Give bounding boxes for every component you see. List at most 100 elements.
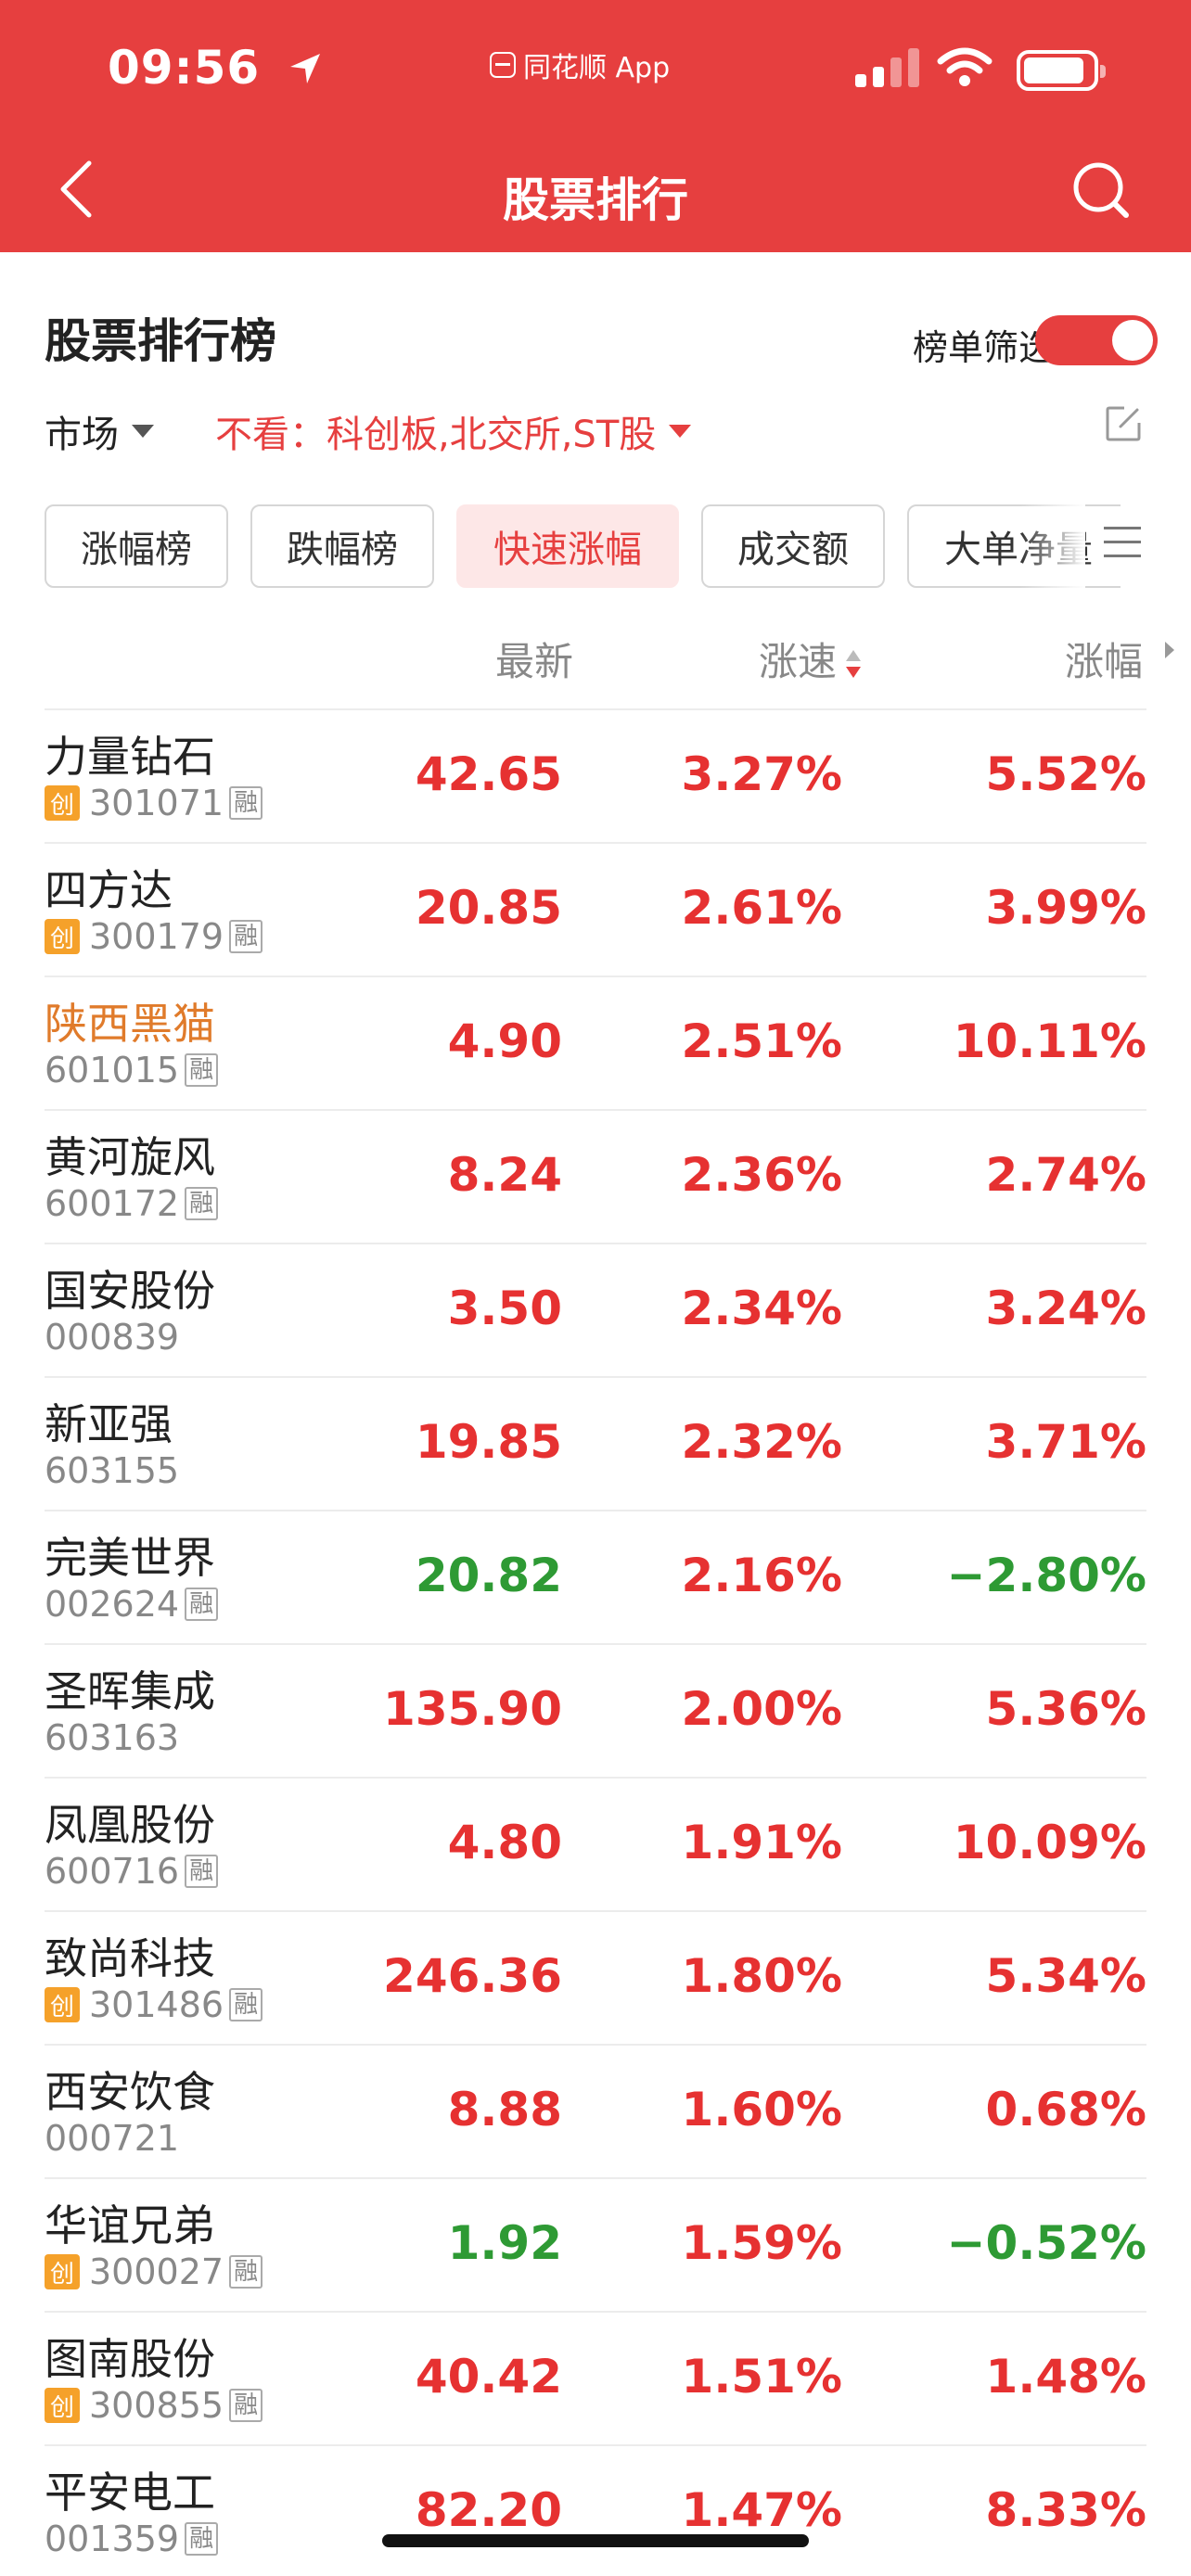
- margin-badge: 融: [185, 2522, 219, 2556]
- chinext-badge: 创: [45, 785, 80, 821]
- status-time: 09:56: [108, 41, 324, 98]
- table-row[interactable]: 完美世界 002624 融 20.82 2.16% −2.80%: [45, 1510, 1146, 1643]
- rise-speed: 1.59%: [681, 2216, 842, 2270]
- stock-code-line: 603163: [45, 1717, 179, 1758]
- column-latest[interactable]: 最新: [495, 631, 573, 687]
- stock-name: 圣晖集成: [45, 1666, 215, 1716]
- change-percent: 10.09%: [953, 1816, 1146, 1869]
- rise-speed: 1.80%: [681, 1949, 842, 2003]
- section-title: 股票排行榜: [45, 314, 276, 368]
- latest-price: 246.36: [383, 1949, 562, 2003]
- stock-code: 001359: [45, 2519, 180, 2559]
- latest-price: 8.88: [447, 2083, 562, 2136]
- change-percent: −0.52%: [946, 2216, 1146, 2270]
- table-row[interactable]: 四方达创 300179 融 20.85 2.61% 3.99%: [45, 842, 1146, 976]
- rise-speed: 1.51%: [681, 2350, 842, 2404]
- stock-name: 凤凰股份: [45, 1800, 215, 1850]
- stock-name: 新亚强: [45, 1399, 173, 1449]
- stock-code: 000721: [45, 2118, 180, 2159]
- stock-code-line: 001359 融: [45, 2519, 219, 2559]
- table-row[interactable]: 平安电工 001359 融 82.20 1.47% 8.33%: [45, 2444, 1146, 2576]
- stock-name: 国安股份: [45, 1266, 215, 1316]
- margin-badge: 融: [229, 2255, 263, 2289]
- stock-name: 致尚科技: [45, 1933, 215, 1983]
- table-row[interactable]: 国安股份 000839 3.50 2.34% 3.24%: [45, 1243, 1146, 1376]
- tab-big-order-net[interactable]: 大单净量: [907, 504, 1121, 588]
- exclude-filter-dropdown[interactable]: 不看：科创板,北交所,ST股: [215, 404, 692, 458]
- table-row[interactable]: 致尚科技创 301486 融 246.36 1.80% 5.34%: [45, 1910, 1146, 2044]
- stock-code: 300179: [89, 916, 224, 957]
- status-time-text: 09:56: [108, 41, 261, 95]
- chinext-badge: 创: [45, 2388, 80, 2423]
- cellular-signal-icon: [855, 48, 919, 87]
- edit-button[interactable]: [1104, 404, 1143, 443]
- tab-loss[interactable]: 跌幅榜: [250, 504, 434, 588]
- stock-name: 西安饮食: [45, 2067, 215, 2117]
- stock-code-line: 创 301486 融: [45, 1984, 263, 2025]
- table-row[interactable]: 图南股份创 300855 融 40.42 1.51% 1.48%: [45, 2311, 1146, 2444]
- change-percent: 5.52%: [985, 747, 1146, 801]
- stock-code-line: 创 301071 融: [45, 783, 263, 823]
- stock-code: 000839: [45, 1317, 180, 1358]
- rise-speed: 2.61%: [681, 881, 842, 935]
- caret-down-icon: [669, 425, 692, 438]
- caret-down-icon: [132, 425, 154, 438]
- rise-speed: 1.91%: [681, 1816, 842, 1869]
- change-percent: 1.48%: [985, 2350, 1146, 2404]
- back-to-app-link[interactable]: 同花顺 App: [490, 45, 670, 85]
- battery-icon: [1017, 50, 1106, 91]
- stock-name: 陕西黑猫: [45, 999, 215, 1049]
- table-row[interactable]: 华谊兄弟创 300027 融 1.92 1.59% −0.52%: [45, 2177, 1146, 2311]
- chinext-badge: 创: [45, 1987, 80, 2022]
- table-row[interactable]: 凤凰股份 600716 融 4.80 1.91% 10.09%: [45, 1777, 1146, 1910]
- stock-code: 300855: [89, 2385, 224, 2426]
- table-header: 最新 涨速 涨幅: [0, 631, 1191, 705]
- margin-badge: 融: [185, 1855, 219, 1888]
- stock-code: 300027: [89, 2251, 224, 2292]
- stock-code-line: 000839: [45, 1317, 179, 1358]
- table-row[interactable]: 圣晖集成 603163 135.90 2.00% 5.36%: [45, 1643, 1146, 1777]
- latest-price: 4.80: [447, 1816, 562, 1869]
- stock-code-line: 603155: [45, 1450, 179, 1491]
- chinext-badge: 创: [45, 2254, 80, 2289]
- stock-code: 603155: [45, 1450, 180, 1491]
- change-percent: 0.68%: [985, 2083, 1146, 2136]
- change-percent: 2.74%: [985, 1148, 1146, 1202]
- column-change[interactable]: 涨幅: [1065, 631, 1143, 687]
- table-row[interactable]: 西安饮食 000721 8.88 1.60% 0.68%: [45, 2044, 1146, 2177]
- tab-fast-gain[interactable]: 快速涨幅: [456, 504, 679, 588]
- ranking-tabs: 涨幅榜 跌幅榜 快速涨幅 成交额 大单净量: [45, 504, 1121, 590]
- edit-icon: [1106, 406, 1141, 441]
- market-dropdown[interactable]: 市场: [45, 404, 154, 458]
- stock-code: 601015: [45, 1050, 180, 1090]
- table-row[interactable]: 黄河旋风 600172 融 8.24 2.36% 2.74%: [45, 1109, 1146, 1243]
- app-icon: [490, 52, 516, 78]
- tab-turnover[interactable]: 成交额: [701, 504, 885, 588]
- stock-name: 完美世界: [45, 1533, 215, 1583]
- sort-icon: [844, 648, 863, 682]
- stock-code-line: 601015 融: [45, 1050, 219, 1090]
- column-speed[interactable]: 涨速: [759, 631, 863, 687]
- tab-gain[interactable]: 涨幅榜: [45, 504, 228, 588]
- table-row[interactable]: 新亚强 603155 19.85 2.32% 3.71%: [45, 1376, 1146, 1510]
- table-row[interactable]: 力量钻石创 301071 融 42.65 3.27% 5.52%: [45, 708, 1146, 842]
- market-label: 市场: [45, 414, 119, 456]
- menu-icon[interactable]: [1104, 527, 1141, 564]
- filter-toggle[interactable]: [1035, 315, 1158, 365]
- change-percent: 3.24%: [985, 1282, 1146, 1335]
- latest-price: 4.90: [447, 1014, 562, 1068]
- page-title: 股票排行: [503, 173, 688, 227]
- location-arrow-icon: [287, 45, 324, 98]
- rise-speed: 2.16%: [681, 1549, 842, 1602]
- latest-price: 19.85: [415, 1415, 562, 1469]
- more-columns-arrow-icon[interactable]: [1165, 642, 1174, 658]
- table-row[interactable]: 陕西黑猫 601015 融 4.90 2.51% 10.11%: [45, 976, 1146, 1109]
- rise-speed: 1.47%: [681, 2483, 842, 2537]
- search-button[interactable]: [1069, 158, 1133, 223]
- chinext-badge: 创: [45, 919, 80, 954]
- latest-price: 40.42: [415, 2350, 562, 2404]
- stock-code: 603163: [45, 1717, 180, 1758]
- exclude-label: 不看：科创板,北交所,ST股: [215, 414, 657, 456]
- stock-name: 四方达: [45, 865, 173, 915]
- latest-price: 1.92: [447, 2216, 562, 2270]
